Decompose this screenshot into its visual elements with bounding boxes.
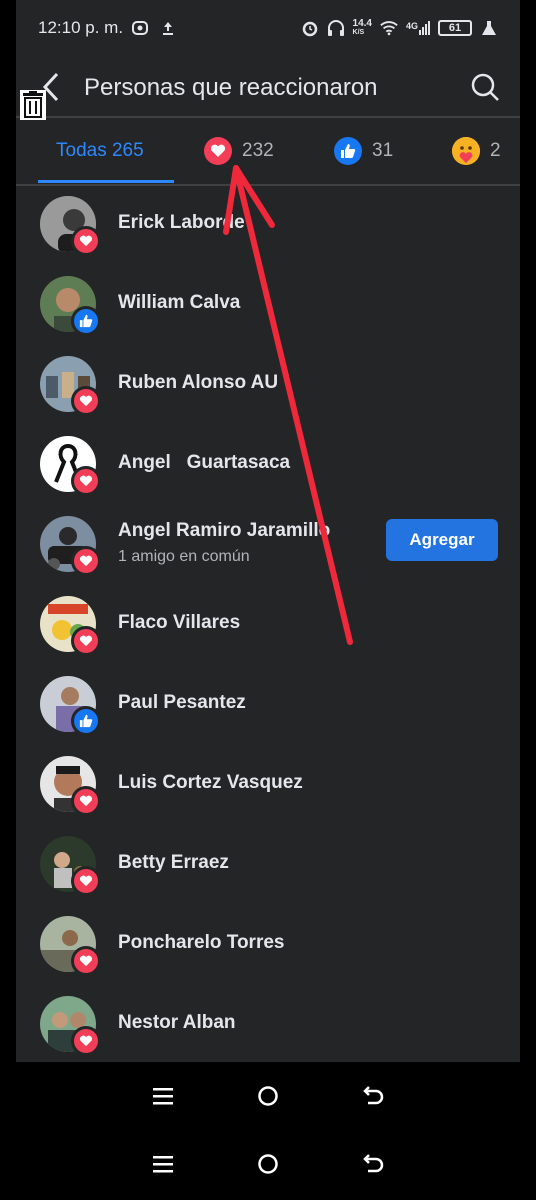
love-reaction-icon [71, 626, 101, 656]
return-icon [363, 1086, 384, 1105]
person-name[interactable]: Betty Erraez [118, 852, 229, 874]
return-icon [363, 1154, 384, 1173]
person-name[interactable]: Nestor Alban [118, 1012, 236, 1034]
list-item[interactable]: Betty Erraez [16, 826, 520, 906]
network-speed: 14.4 [352, 18, 372, 29]
wifi-icon [380, 19, 398, 37]
person-name[interactable]: Ruben Alonso AU [118, 372, 278, 394]
love-reaction-icon [71, 546, 101, 576]
headphones-icon [327, 19, 345, 37]
list-item[interactable]: Luis Cortez Vasquez [16, 746, 520, 826]
love-reaction-icon [71, 1026, 101, 1056]
person-name[interactable]: Flaco Villares [118, 612, 240, 634]
like-reaction-icon [334, 137, 362, 165]
page-title: Personas que reaccionaron [84, 74, 378, 101]
notification-icon [131, 19, 149, 37]
list-item[interactable]: Angel Ramiro Jaramillo 1 amigo en común … [16, 506, 520, 586]
love-reaction-icon [204, 137, 232, 165]
list-item[interactable]: Paul Pesantez [16, 666, 520, 746]
add-friend-button[interactable]: Agregar [386, 519, 498, 561]
list-item[interactable]: Nestor Alban [16, 986, 520, 1066]
trash-icon[interactable] [20, 90, 46, 120]
search-button[interactable] [470, 72, 500, 102]
header: Personas que reaccionaron [16, 58, 520, 118]
list-item[interactable]: Angel Guartasaca [16, 426, 520, 506]
network-speed-unit: K/S [352, 29, 365, 36]
tab-haha-count: 2 [490, 140, 501, 161]
system-nav-bar-secondary [0, 1142, 536, 1186]
home-button[interactable] [248, 1085, 288, 1107]
home-circle-icon [258, 1086, 278, 1106]
person-name[interactable]: Luis Cortez Vasquez [118, 772, 303, 794]
menu-icon [152, 1088, 173, 1105]
love-reaction-icon [71, 386, 101, 416]
list-item[interactable]: Flaco Villares [16, 586, 520, 666]
flask-icon [480, 19, 498, 37]
reaction-tabs: Todas 265 232 31 2 [16, 118, 520, 184]
person-name[interactable]: William Calva [118, 292, 240, 314]
person-name[interactable]: Poncharelo Torres [118, 932, 284, 954]
alarm-icon [301, 19, 319, 37]
love-reaction-icon [71, 786, 101, 816]
battery-indicator: 61 [438, 20, 472, 36]
tab-like-count: 31 [372, 140, 394, 161]
person-name[interactable]: Angel Ramiro Jaramillo [118, 520, 330, 542]
tab-all-label: Todas 265 [56, 140, 144, 161]
love-reaction-icon [71, 226, 101, 256]
person-name[interactable]: Angel Guartasaca [118, 452, 290, 474]
status-time: 12:10 p. m. [38, 18, 124, 37]
tab-haha[interactable]: 2 [452, 118, 501, 184]
active-tab-indicator [38, 180, 174, 183]
person-name[interactable]: Paul Pesantez [118, 692, 246, 714]
home-circle-icon [258, 1154, 278, 1174]
upload-icon [159, 19, 177, 37]
love-reaction-icon [71, 866, 101, 896]
list-item[interactable]: William Calva [16, 266, 520, 346]
home-button[interactable] [248, 1153, 288, 1175]
recent-apps-button[interactable] [143, 1086, 183, 1106]
mutual-friends: 1 amigo en común [118, 548, 250, 565]
reactions-screen: 12:10 p. m. 14.4 K/S 4G 61 Personas que … [16, 0, 520, 1062]
system-nav-bar [0, 1074, 536, 1118]
list-item[interactable]: Ruben Alonso AU [16, 346, 520, 426]
status-bar: 12:10 p. m. 14.4 K/S 4G 61 [16, 0, 520, 56]
search-icon [471, 73, 499, 101]
back-nav-button[interactable] [353, 1153, 393, 1175]
care-reaction-icon [452, 137, 480, 165]
recent-apps-button[interactable] [143, 1154, 183, 1174]
list-item[interactable]: Erick Laborde [16, 186, 520, 266]
love-reaction-icon [71, 466, 101, 496]
person-name[interactable]: Erick Laborde [118, 212, 245, 234]
like-reaction-icon [71, 306, 101, 336]
menu-icon [152, 1156, 173, 1173]
tab-love[interactable]: 232 [204, 118, 274, 184]
signal-icon: 4G [406, 21, 430, 35]
tab-all[interactable]: Todas 265 [56, 118, 144, 184]
back-nav-button[interactable] [353, 1085, 393, 1107]
signal-label: 4G [405, 21, 418, 31]
like-reaction-icon [71, 706, 101, 736]
list-item[interactable]: Poncharelo Torres [16, 906, 520, 986]
love-reaction-icon [71, 946, 101, 976]
tab-love-count: 232 [242, 140, 274, 161]
tab-like[interactable]: 31 [334, 118, 393, 184]
